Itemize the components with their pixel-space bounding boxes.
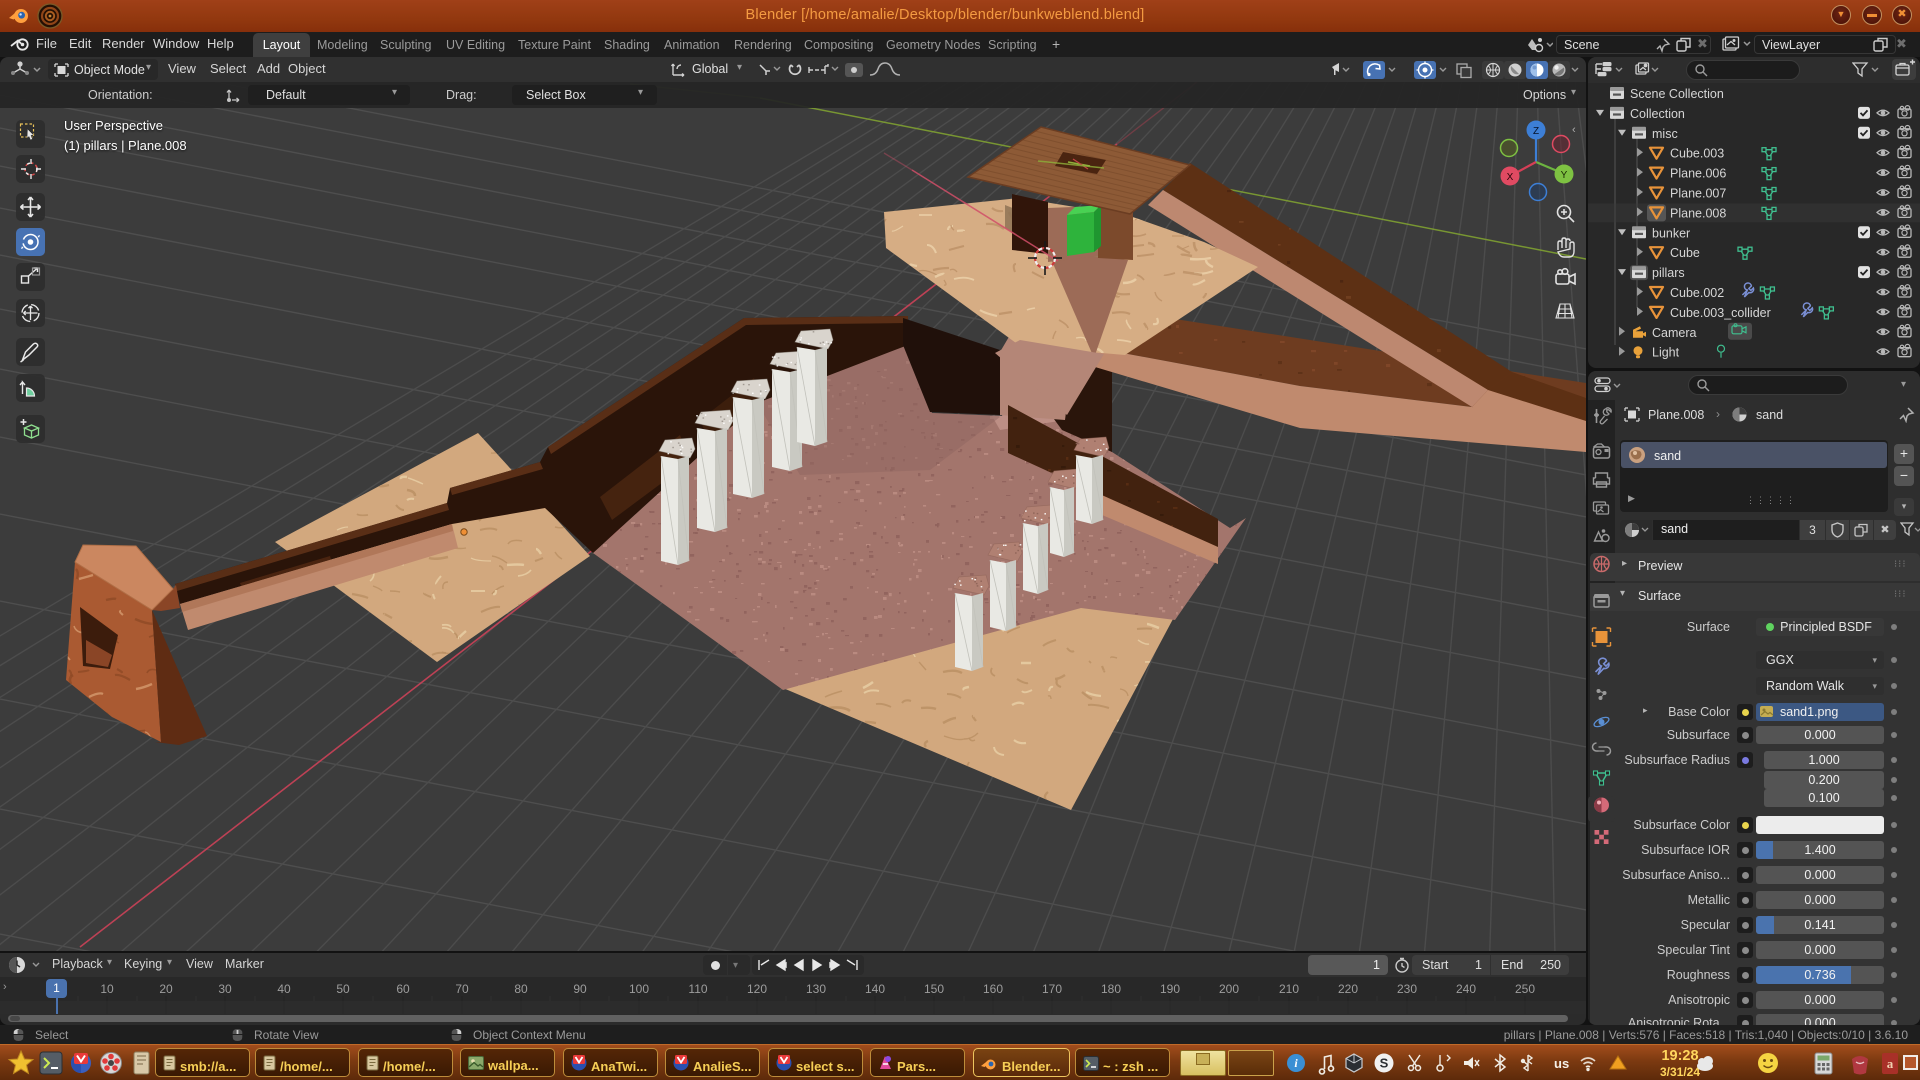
svg-text:120: 120 <box>747 982 767 996</box>
svg-text:Plane.008: Plane.008 <box>1670 206 1726 220</box>
svg-text:Cube.002: Cube.002 <box>1670 286 1724 300</box>
svg-text:50: 50 <box>336 982 350 996</box>
svg-text:60: 60 <box>396 982 410 996</box>
svg-text:40: 40 <box>277 982 291 996</box>
svg-text:Y: Y <box>1561 170 1568 181</box>
svg-text:30: 30 <box>218 982 232 996</box>
svg-text:10: 10 <box>100 982 114 996</box>
svg-text:110: 110 <box>688 982 707 996</box>
svg-text:130: 130 <box>806 982 826 996</box>
svg-text:Plane.007: Plane.007 <box>1670 187 1726 201</box>
svg-text:100: 100 <box>629 982 649 996</box>
svg-text:90: 90 <box>573 982 587 996</box>
svg-text:180: 180 <box>1101 982 1121 996</box>
svg-text:Camera: Camera <box>1652 326 1697 340</box>
svg-text:190: 190 <box>1160 982 1180 996</box>
svg-text:Scene Collection: Scene Collection <box>1630 87 1724 101</box>
svg-text:S: S <box>1380 1056 1389 1071</box>
svg-text:pillars: pillars <box>1652 266 1685 280</box>
svg-text:80: 80 <box>514 982 528 996</box>
svg-text:a: a <box>1887 1056 1894 1071</box>
svg-text:Cube.003: Cube.003 <box>1670 147 1724 161</box>
svg-text:X: X <box>1507 172 1514 183</box>
svg-text:140: 140 <box>865 982 885 996</box>
svg-text:Collection: Collection <box>1630 107 1685 121</box>
svg-text:210: 210 <box>1279 982 1299 996</box>
svg-text:250: 250 <box>1515 982 1535 996</box>
svg-text:misc: misc <box>1652 127 1678 141</box>
svg-text:Z: Z <box>1533 126 1539 137</box>
svg-text:Light: Light <box>1652 346 1680 360</box>
svg-text:220: 220 <box>1338 982 1358 996</box>
svg-text:170: 170 <box>1042 982 1062 996</box>
svg-text:230: 230 <box>1397 982 1417 996</box>
svg-text:20: 20 <box>159 982 173 996</box>
svg-text:Plane.006: Plane.006 <box>1670 167 1726 181</box>
svg-text:bunker: bunker <box>1652 226 1690 240</box>
svg-text:us: us <box>1554 1056 1569 1071</box>
svg-text:Cube.003_collider: Cube.003_collider <box>1670 306 1771 320</box>
svg-text:240: 240 <box>1456 982 1476 996</box>
svg-text:70: 70 <box>455 982 469 996</box>
svg-text:Cube: Cube <box>1670 246 1700 260</box>
svg-text:200: 200 <box>1219 982 1239 996</box>
svg-text:160: 160 <box>983 982 1003 996</box>
svg-text:150: 150 <box>924 982 944 996</box>
